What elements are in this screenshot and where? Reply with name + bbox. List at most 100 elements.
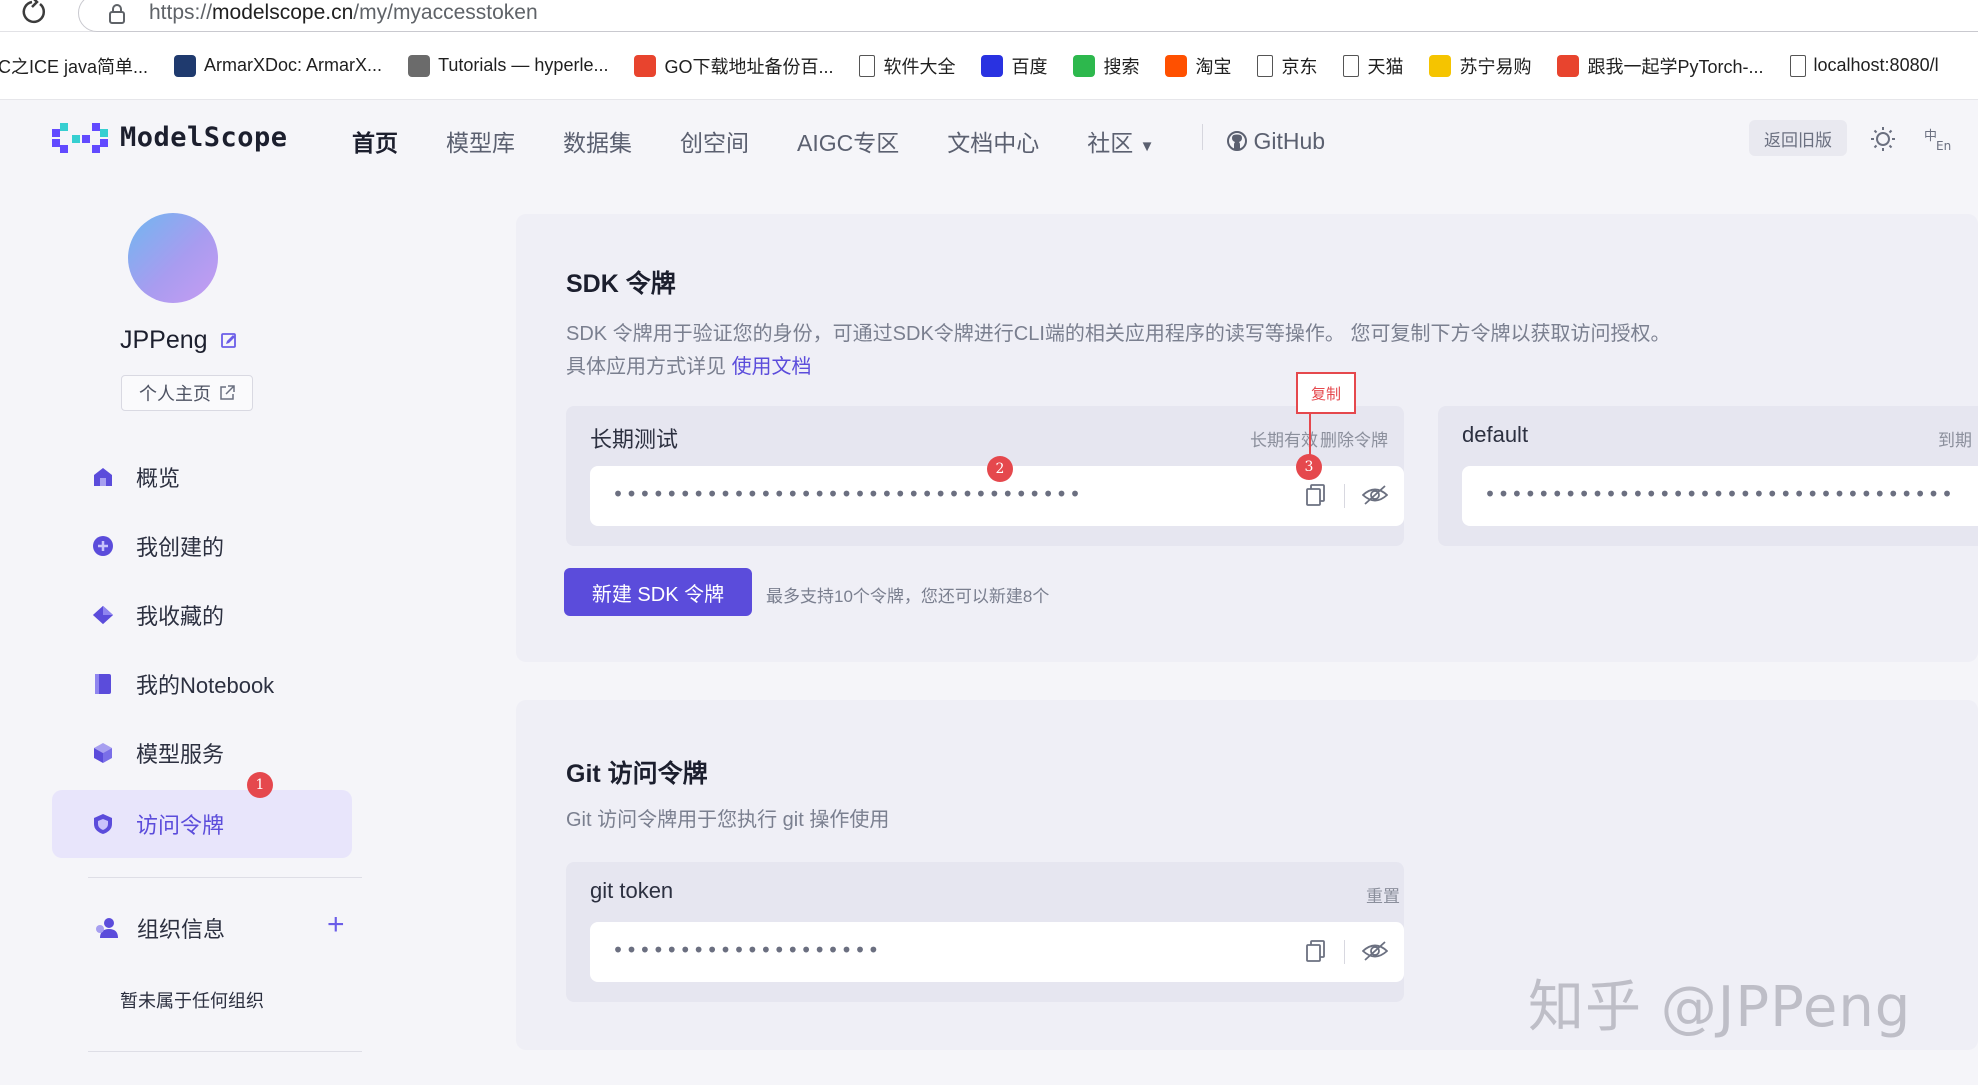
copy-icon[interactable]: [1306, 484, 1326, 511]
reset-token-button[interactable]: 重置: [1366, 882, 1400, 907]
nav-aigc[interactable]: AIGC专区: [797, 124, 899, 158]
nav-github[interactable]: GitHub: [1227, 124, 1325, 158]
browser-address-bar: https://modelscope.cn/my/myaccesstoken: [0, 0, 1978, 32]
sidebar-item-notebook[interactable]: 我的Notebook: [52, 650, 352, 718]
nav-community[interactable]: 社区 ▼: [1087, 124, 1154, 158]
search-engine-icon: [1073, 54, 1096, 77]
url-text: https://modelscope.cn/my/myaccesstoken: [149, 1, 538, 24]
bookmark-item[interactable]: 搜索: [1073, 53, 1139, 79]
token-validity: 长期有效: [1250, 431, 1318, 450]
sidebar-item-access-token[interactable]: 访问令牌: [52, 790, 352, 858]
sidebar-item-favorites[interactable]: 我收藏的: [52, 581, 352, 649]
org-section: 组织信息 +: [95, 908, 345, 944]
page-icon: [1343, 54, 1360, 77]
bookmark-label: 天猫: [1367, 56, 1404, 77]
bookmark-item[interactable]: 跟我一起学PyTorch-...: [1557, 53, 1764, 79]
git-token-field[interactable]: ••••••••••••••••••••: [590, 922, 1404, 982]
input-separator: [1344, 940, 1345, 964]
bookmark-item[interactable]: 天猫: [1343, 53, 1403, 79]
home-icon: [92, 466, 114, 488]
bookmark-item[interactable]: C之ICE java简单...: [0, 53, 148, 79]
sidebar-item-created[interactable]: 我创建的: [52, 512, 352, 580]
bookmark-label: 淘宝: [1195, 56, 1232, 77]
theme-sun-icon[interactable]: [1870, 126, 1896, 157]
edit-icon[interactable]: [220, 332, 238, 355]
csdn-icon: [1557, 54, 1580, 77]
new-sdk-token-button[interactable]: 新建 SDK 令牌: [564, 568, 752, 616]
bookmark-item[interactable]: 百度: [981, 53, 1047, 79]
sdk-title: SDK 令牌: [566, 270, 676, 298]
username: JPPeng: [120, 326, 208, 354]
org-title: 组织信息: [137, 917, 226, 942]
nav-models[interactable]: 模型库: [446, 124, 515, 158]
copy-icon[interactable]: [1306, 940, 1326, 967]
legacy-version-button[interactable]: 返回旧版: [1749, 120, 1847, 156]
org-empty-text: 暂未属于任何组织: [120, 991, 264, 1011]
notebook-icon: [92, 673, 114, 695]
taobao-icon: [1165, 54, 1188, 77]
token-name: 长期测试: [590, 427, 679, 452]
bookmark-item[interactable]: 淘宝: [1165, 53, 1231, 79]
shield-icon: [92, 813, 114, 835]
token-masked-value: •••••••••••••••••••••••••••••••••••: [1484, 482, 1955, 506]
bookmark-item[interactable]: Tutorials — hyperle...: [408, 54, 609, 77]
bookmark-item[interactable]: localhost:8080/l: [1789, 54, 1939, 77]
token-validity: 到期: [1938, 431, 1972, 450]
bookmark-label: 软件大全: [883, 56, 956, 77]
bookmark-item[interactable]: GO下载地址备份百...: [634, 53, 833, 79]
reload-icon[interactable]: [18, 0, 50, 30]
sdk-desc-prefix: 具体应用方式详见: [566, 356, 726, 378]
usage-docs-link[interactable]: 使用文档: [732, 356, 812, 378]
nav-home[interactable]: 首页: [352, 124, 398, 158]
bookmark-label: 京东: [1281, 56, 1318, 77]
sdk-description: SDK 令牌用于验证您的身份，可通过SDK令牌进行CLI端的相关应用程序的读写等…: [566, 318, 1670, 384]
token-name: default: [1462, 422, 1529, 447]
bookmark-label: 百度: [1011, 56, 1048, 77]
nav-studios[interactable]: 创空间: [680, 124, 749, 158]
sidebar-item-overview[interactable]: 概览: [52, 443, 352, 511]
modelscope-logo[interactable]: ModelScope: [52, 122, 288, 153]
bookmark-item[interactable]: 京东: [1257, 53, 1317, 79]
token-masked-value: •••••••••••••••••••••••••••••••••••: [612, 482, 1083, 506]
sidebar-item-model-service[interactable]: 模型服务: [52, 719, 352, 787]
page-icon: [859, 54, 876, 77]
add-org-button[interactable]: +: [327, 908, 345, 942]
cube-icon: [92, 742, 114, 764]
sidebar-item-label: 我收藏的: [136, 604, 225, 629]
sdk-token-panel: 长期测试 长期有效 删除令牌 •••••••••••••••••••••••••…: [566, 406, 1404, 546]
plus-circle-icon: [92, 535, 114, 557]
nav-datasets[interactable]: 数据集: [563, 124, 632, 158]
token-field[interactable]: •••••••••••••••••••••••••••••••••••: [1462, 466, 1978, 526]
git-title: Git 访问令牌: [566, 760, 708, 788]
nav-divider: [1202, 124, 1204, 150]
annotation-badge-1: 1: [247, 772, 273, 798]
delete-token-button[interactable]: 删除令牌: [1320, 426, 1388, 451]
main-nav: 首页 模型库 数据集 创空间 AIGC专区 文档中心 社区 ▼ GitHub: [352, 124, 1325, 158]
bookmark-item[interactable]: 软件大全: [859, 53, 955, 79]
url-field[interactable]: https://modelscope.cn/my/myaccesstoken: [78, 0, 1978, 32]
bookmark-label: Tutorials — hyperle...: [438, 55, 609, 75]
page-icon: [1789, 54, 1806, 77]
language-switch-icon[interactable]: 中 En: [1924, 126, 1952, 157]
bookmark-label: localhost:8080/l: [1813, 55, 1939, 75]
bookmark-item[interactable]: ArmarXDoc: ArmarX...: [174, 54, 383, 77]
bookmark-label: GO下载地址备份百...: [664, 56, 834, 77]
csdn-icon: [634, 54, 657, 77]
eye-hidden-icon[interactable]: [1361, 484, 1389, 511]
bookmark-label: ArmarXDoc: ArmarX...: [204, 55, 383, 75]
sdk-desc-line1: SDK 令牌用于验证您的身份，可通过SDK令牌进行CLI端的相关应用程序的读写等…: [566, 323, 1671, 345]
nav-docs[interactable]: 文档中心: [947, 124, 1039, 158]
avatar[interactable]: [128, 213, 218, 303]
sdk-token-panel: default 到期 •••••••••••••••••••••••••••••…: [1438, 406, 1978, 546]
book-icon: [408, 54, 431, 77]
eye-hidden-icon[interactable]: [1361, 940, 1389, 967]
personal-home-button[interactable]: 个人主页: [121, 375, 253, 411]
bookmark-label: 搜索: [1103, 56, 1140, 77]
git-token-name: git token: [590, 878, 674, 903]
sidebar-item-label: 概览: [136, 466, 181, 491]
bookmark-item[interactable]: 苏宁易购: [1429, 53, 1531, 79]
git-token-masked-value: ••••••••••••••••••••: [612, 938, 881, 962]
bookmark-label: 苏宁易购: [1459, 56, 1532, 77]
logo-icon: [52, 122, 108, 153]
sdk-desc-line2: 具体应用方式详见 使用文档: [566, 351, 1670, 384]
